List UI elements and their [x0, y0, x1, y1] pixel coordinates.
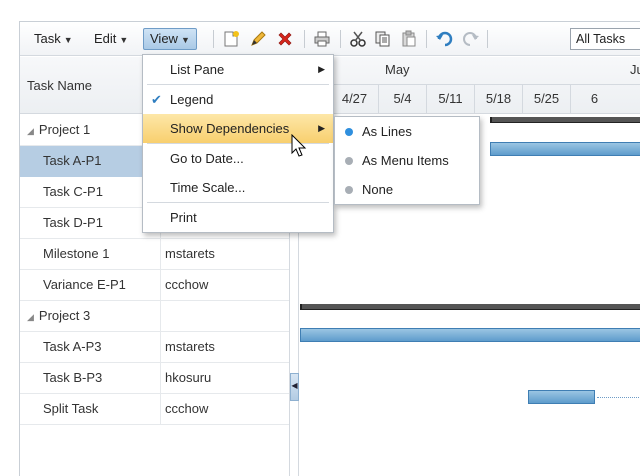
- submenu-arrow-icon: ▶: [318, 123, 325, 133]
- radio-selected-icon: [345, 128, 353, 136]
- expand-triangle-icon[interactable]: ◢: [27, 126, 34, 136]
- table-row[interactable]: Task A-P3 mstarets: [20, 332, 290, 363]
- mouse-cursor-icon: [291, 133, 307, 161]
- menu-item-list-pane[interactable]: List Pane ▶: [143, 55, 333, 84]
- menu-item-time-scale[interactable]: Time Scale...: [143, 173, 333, 202]
- resource-cell: mstarets: [162, 332, 290, 363]
- timeline-header: May Jun 0 4/27 5/4 5/11 5/18 5/25 6: [282, 57, 640, 114]
- table-row[interactable]: Milestone 1 mstarets: [20, 239, 290, 270]
- task-name-cell: Task A-P3: [20, 332, 161, 363]
- menu-item-label: As Lines: [362, 124, 412, 139]
- toolbar-separator: [340, 30, 341, 48]
- summary-bar[interactable]: [490, 117, 640, 123]
- chevron-down-icon: ▼: [119, 35, 129, 45]
- filter-select[interactable]: All Tasks: [570, 28, 640, 50]
- menu-item-label: Print: [170, 210, 197, 225]
- menu-item-label: As Menu Items: [362, 153, 449, 168]
- undo-icon[interactable]: [433, 28, 455, 50]
- menu-item-label: Time Scale...: [170, 180, 246, 195]
- week-label: 5/11: [426, 85, 474, 113]
- edit-menu-button[interactable]: Edit ▼: [88, 28, 134, 50]
- submenu-item-none[interactable]: None: [335, 175, 479, 204]
- task-name-cell: Task A-P1: [20, 146, 161, 177]
- task-name-cell: Project 3: [38, 308, 91, 323]
- resource-cell: mstarets: [162, 239, 290, 270]
- chevron-down-icon: ▼: [180, 35, 190, 45]
- task-menu-button[interactable]: Task ▼: [28, 28, 79, 50]
- radio-unselected-icon: [345, 157, 353, 165]
- toolbar: Task ▼ Edit ▼ View ▼ All Tasks: [20, 22, 640, 56]
- submenu-item-as-lines[interactable]: As Lines: [335, 117, 479, 146]
- view-menu-button[interactable]: View ▼: [143, 28, 197, 50]
- task-name-cell: Task D-P1: [20, 208, 161, 239]
- resource-cell: ccchow: [162, 394, 290, 425]
- resource-cell: ccchow: [162, 270, 290, 301]
- column-header-task-name[interactable]: Task Name: [27, 78, 92, 93]
- menu-item-label: Show Dependencies: [170, 121, 290, 136]
- cut-icon[interactable]: [347, 28, 369, 50]
- chevron-down-icon: ▼: [63, 35, 73, 45]
- radio-unselected-icon: [345, 186, 353, 194]
- task-name-cell: Split Task: [20, 394, 161, 425]
- dependencies-submenu: As Lines As Menu Items None: [334, 116, 480, 205]
- task-name-cell: Variance E-P1: [20, 270, 161, 301]
- resource-cell: [162, 301, 290, 332]
- task-menu-label: Task: [34, 31, 61, 46]
- table-row[interactable]: Task B-P3 hkosuru: [20, 363, 290, 394]
- toolbar-separator: [304, 30, 305, 48]
- submenu-arrow-icon: ▶: [318, 64, 325, 74]
- week-label: 5/18: [474, 85, 522, 113]
- submenu-item-as-menu-items[interactable]: As Menu Items: [335, 146, 479, 175]
- resource-cell: hkosuru: [162, 363, 290, 394]
- task-name-cell: Milestone 1: [20, 239, 161, 270]
- week-label: 5/4: [378, 85, 426, 113]
- menu-item-label: List Pane: [170, 62, 225, 77]
- week-label: 4/27: [330, 85, 378, 113]
- summary-bar[interactable]: [300, 304, 640, 310]
- task-bar[interactable]: [490, 142, 640, 156]
- checkmark-icon: ✔: [151, 92, 162, 107]
- task-name-cell: Task C-P1: [20, 177, 161, 208]
- menu-item-label: None: [362, 182, 394, 197]
- expand-triangle-icon[interactable]: ◢: [27, 312, 34, 322]
- menu-item-label: Go to Date...: [170, 151, 244, 166]
- split-gap-line: [597, 397, 640, 398]
- redo-icon[interactable]: [460, 28, 482, 50]
- copy-icon[interactable]: [372, 28, 394, 50]
- new-task-icon[interactable]: [220, 28, 242, 50]
- task-bar[interactable]: [528, 390, 595, 404]
- toolbar-separator: [426, 30, 427, 48]
- table-row[interactable]: ◢ Project 3: [20, 301, 290, 332]
- menu-item-print[interactable]: Print: [143, 203, 333, 232]
- task-bar[interactable]: [300, 328, 640, 342]
- table-row[interactable]: Split Task ccchow: [20, 394, 290, 425]
- toolbar-separator: [487, 30, 488, 48]
- table-empty-area: [20, 422, 290, 476]
- menu-item-label: Legend: [170, 92, 214, 107]
- task-name-cell: Task B-P3: [20, 363, 161, 394]
- print-icon[interactable]: [311, 28, 333, 50]
- delete-icon[interactable]: [274, 28, 296, 50]
- task-name-cell: Project 1: [38, 122, 91, 137]
- paste-icon[interactable]: [398, 28, 420, 50]
- edit-menu-label: Edit: [94, 31, 117, 46]
- month-label: Jun: [630, 62, 640, 77]
- toolbar-separator: [213, 30, 214, 48]
- month-label: May: [385, 62, 410, 77]
- view-menu-label: View: [150, 31, 178, 46]
- table-row[interactable]: Variance E-P1 ccchow: [20, 270, 290, 301]
- week-label: 6: [570, 85, 618, 113]
- menu-item-legend[interactable]: ✔ Legend: [143, 85, 333, 114]
- edit-pencil-icon[interactable]: [247, 28, 269, 50]
- week-label: 5/25: [522, 85, 570, 113]
- collapse-arrow-icon[interactable]: ◀: [290, 373, 299, 401]
